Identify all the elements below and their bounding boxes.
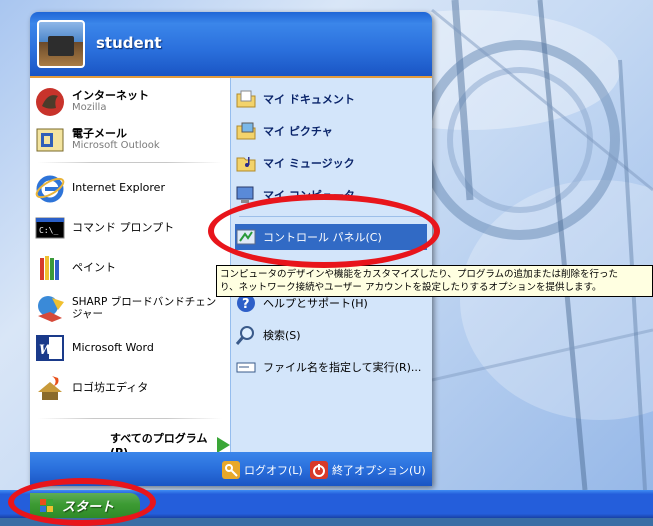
place-label: コントロール パネル(C) [263,231,382,244]
place-label: ヘルプとサポート(H) [263,297,368,310]
place-label: マイ ドキュメント [263,93,355,106]
shutdown-label: 終了オプション(U) [332,464,426,477]
program-label: Internet Explorer [72,181,165,194]
control-panel-icon [235,226,257,248]
place-my-documents[interactable]: マイ ドキュメント [235,86,427,112]
start-menu-header: student [30,12,432,78]
place-label: マイ ピクチャ [263,125,333,138]
run-icon [235,356,257,378]
tooltip-line: コンピュータのデザインや機能をカスタマイズしたり、プログラムの追加または削除を行… [220,269,619,280]
program-label: SHARP ブロードバンドチェンジャー [72,296,217,320]
pinned-separator [38,162,222,163]
folder-icon [235,88,257,110]
program-item-logo-editor[interactable]: ロゴ坊エディタ [34,370,226,406]
power-icon [310,461,328,479]
place-my-computer[interactable]: マイ コンピュータ [235,182,427,208]
paint-icon [34,252,66,284]
program-item-paint[interactable]: ペイント [34,250,226,286]
search-icon [235,324,257,346]
program-label: ペイント [72,261,116,274]
program-item-internet-explorer[interactable]: Internet Explorer [34,170,226,206]
all-programs-separator [38,418,222,419]
tooltip-line: り、ネットワーク接続やユーザー アカウントを設定したりするオプションを提供します… [220,282,602,293]
place-control-panel[interactable]: コントロール パネル(C) [235,224,427,250]
logoff-button[interactable]: ログオフ(L) [222,460,303,480]
user-avatar[interactable] [37,20,85,68]
windows-logo-icon [40,498,54,513]
music-folder-icon [235,152,257,174]
program-label: コマンド プロンプト [72,221,175,234]
computer-icon [235,184,257,206]
place-my-music[interactable]: マイ ミュージック [235,150,427,176]
key-icon [222,461,240,479]
pinned-programs-panel: インターネット Mozilla 電子メール Microsoft Outlook … [30,78,230,459]
program-item-internet[interactable]: インターネット Mozilla [34,84,226,120]
program-label: Microsoft Word [72,341,154,354]
shutdown-button[interactable]: 終了オプション(U) [310,460,426,480]
start-menu-footer: ログオフ(L) 終了オプション(U) [30,452,432,486]
sharp-broadband-icon [34,292,66,324]
logoff-label: ログオフ(L) [244,464,303,477]
program-item-email[interactable]: 電子メール Microsoft Outlook [34,122,226,158]
place-label: マイ コンピュータ [263,189,355,202]
start-menu: student インターネット Mozilla 電子メール Microsoft … [30,12,432,486]
control-panel-tooltip: コンピュータのデザインや機能をカスタマイズしたり、プログラムの追加または削除を行… [216,265,653,297]
arrow-right-icon [217,436,230,453]
program-item-command-prompt[interactable]: C:\_ コマンド プロンプト [34,210,226,246]
program-label: ロゴ坊エディタ [72,381,149,394]
place-run[interactable]: ファイル名を指定して実行(R)... [235,354,427,380]
program-sublabel: Mozilla [72,102,107,113]
program-item-word[interactable]: W Microsoft Word [34,330,226,366]
place-label: 検索(S) [263,329,301,342]
program-item-sharp-broadband[interactable]: SHARP ブロードバンドチェンジャー [34,290,226,326]
svg-text:C:\_: C:\_ [39,226,58,235]
command-prompt-icon: C:\_ [34,212,66,244]
place-label: ファイル名を指定して実行(R)... [263,361,422,374]
svg-text:?: ? [242,297,250,312]
outlook-icon [34,124,66,156]
mozilla-icon [34,86,66,118]
place-label: マイ ミュージック [263,157,355,170]
start-label: スタート [62,500,115,515]
user-name: student [96,34,162,52]
start-button[interactable]: スタート [30,493,140,518]
word-icon: W [34,332,66,364]
places-separator [239,216,425,217]
program-label: 電子メール [72,127,127,140]
internet-explorer-icon [34,172,66,204]
place-search[interactable]: 検索(S) [235,322,427,348]
place-my-pictures[interactable]: マイ ピクチャ [235,118,427,144]
svg-text:W: W [39,343,55,358]
program-label: インターネット [72,89,149,102]
program-sublabel: Microsoft Outlook [72,140,160,151]
pictures-folder-icon [235,120,257,142]
logo-editor-icon [34,372,66,404]
